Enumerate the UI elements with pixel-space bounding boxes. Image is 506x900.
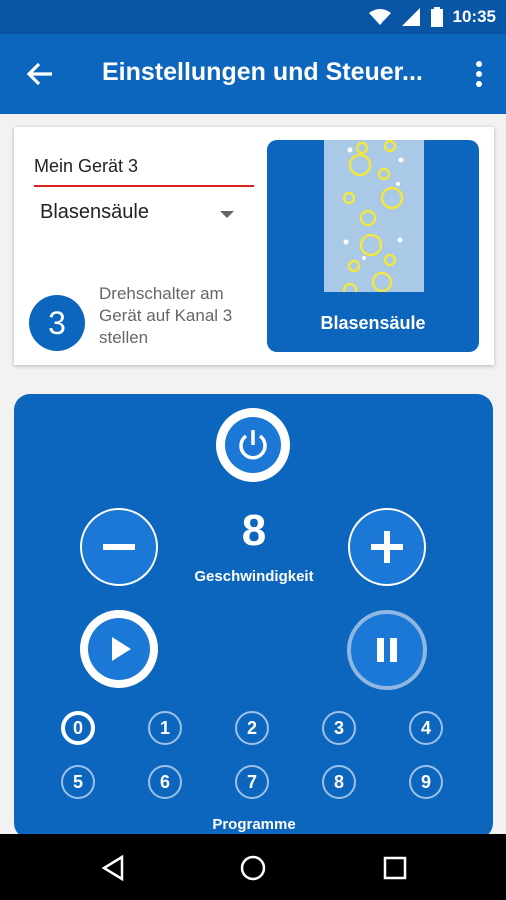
dropdown-caret-icon: [220, 211, 234, 218]
plus-icon: [371, 531, 403, 563]
back-arrow-icon[interactable]: [24, 58, 56, 90]
pause-button[interactable]: [347, 610, 427, 690]
speed-value: 8: [241, 506, 267, 555]
control-panel: 8 Geschwindigkeit 0 1 2 3 4 5 6 7 8 9 Programme: [14, 394, 493, 839]
wifi-icon: x: [368, 9, 391, 26]
page-title: Einstellungen und Steuer...: [102, 58, 423, 86]
device-name-field[interactable]: Mein Gerät 3: [34, 156, 254, 187]
app-bar: Einstellungen und Steuer...: [0, 34, 506, 114]
nav-recents-icon[interactable]: [380, 853, 410, 883]
program-button-2[interactable]: 2: [235, 711, 269, 745]
battery-icon: [430, 7, 443, 27]
clock: 10:35: [452, 7, 496, 26]
program-button-1[interactable]: 1: [148, 711, 182, 745]
device-type-value: Blasensäule: [40, 201, 149, 223]
navigation-bar: [0, 834, 506, 900]
program-button-9[interactable]: 9: [409, 765, 443, 799]
channel-badge: 3: [29, 295, 85, 351]
pause-icon: [377, 638, 397, 662]
program-button-3[interactable]: 3: [322, 711, 356, 745]
power-button[interactable]: [216, 408, 290, 482]
device-card: Mein Gerät 3 Blasensäule 3 Drehschalter …: [14, 127, 494, 365]
speed-label: Geschwindigkeit: [194, 568, 314, 585]
channel-hint: Drehschalter am Gerät auf Kanal 3 stelle…: [99, 284, 233, 347]
program-button-6[interactable]: 6: [148, 765, 182, 799]
device-type-select[interactable]: Blasensäule: [40, 201, 240, 231]
program-button-7[interactable]: 7: [235, 765, 269, 799]
program-button-0[interactable]: 0: [61, 711, 95, 745]
program-button-5[interactable]: 5: [61, 765, 95, 799]
nav-back-icon[interactable]: [98, 853, 128, 883]
signal-icon: [401, 8, 420, 26]
nav-home-icon[interactable]: [238, 853, 268, 883]
program-button-8[interactable]: 8: [322, 765, 356, 799]
preview-label: Blasensäule: [320, 313, 426, 333]
speed-increase-button[interactable]: [348, 508, 426, 586]
more-vert-icon[interactable]: [472, 60, 486, 90]
power-icon: [239, 430, 267, 460]
svg-text:x: x: [382, 18, 386, 26]
play-button[interactable]: [80, 610, 158, 688]
programs-label: Programme: [212, 816, 296, 833]
bubble-column-icon: [324, 140, 424, 292]
program-button-4[interactable]: 4: [409, 711, 443, 745]
device-preview[interactable]: Blasensäule: [267, 140, 479, 352]
play-icon: [112, 637, 131, 661]
status-bar: x 10:35: [0, 0, 506, 34]
minus-icon: [103, 544, 135, 550]
speed-decrease-button[interactable]: [80, 508, 158, 586]
